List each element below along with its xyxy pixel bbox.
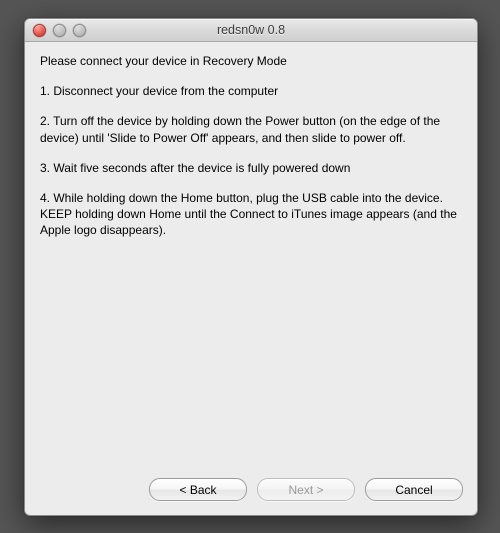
step-3: 3. Wait five seconds after the device is…: [40, 160, 462, 176]
titlebar: redsn0w 0.8: [25, 19, 477, 42]
step-1: 1. Disconnect your device from the compu…: [40, 83, 462, 99]
step-4: 4. While holding down the Home button, p…: [40, 190, 462, 239]
next-button: Next >: [257, 478, 355, 501]
step-2: 2. Turn off the device by holding down t…: [40, 113, 462, 145]
close-icon[interactable]: [33, 24, 46, 37]
content-pane: Please connect your device in Recovery M…: [40, 53, 462, 460]
window-title: redsn0w 0.8: [25, 23, 477, 37]
instruction-heading: Please connect your device in Recovery M…: [40, 53, 462, 69]
app-window: redsn0w 0.8 Please connect your device i…: [24, 18, 478, 516]
button-row: < Back Next > Cancel: [149, 478, 463, 501]
window-controls: [25, 19, 86, 41]
zoom-icon[interactable]: [73, 24, 86, 37]
back-button[interactable]: < Back: [149, 478, 247, 501]
cancel-button[interactable]: Cancel: [365, 478, 463, 501]
minimize-icon[interactable]: [53, 24, 66, 37]
